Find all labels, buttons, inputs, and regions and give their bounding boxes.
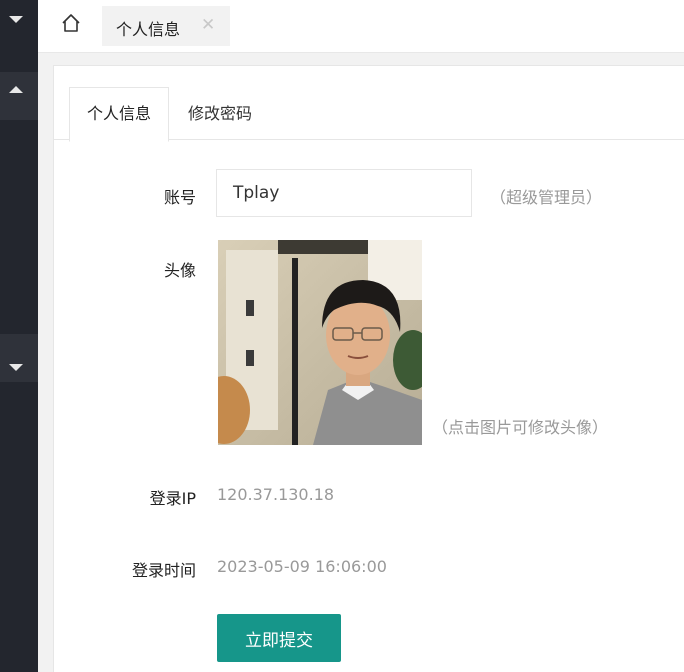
caret-down-icon[interactable] (9, 16, 23, 23)
avatar-label: 头像 (163, 261, 196, 280)
login-time-label: 登录时间 (131, 561, 196, 580)
sidebar (0, 0, 38, 672)
caret-up-icon[interactable] (9, 86, 23, 93)
sidebar-group (0, 72, 38, 120)
avatar-hint: （点击图片可修改头像） (432, 418, 609, 437)
ip-label: 登录IP (149, 489, 196, 508)
tab-personal-info-inner[interactable]: 个人信息 (69, 87, 169, 142)
account-field[interactable]: Tplay (216, 169, 472, 217)
tab-label: 个人信息 (116, 20, 181, 39)
sidebar-group (0, 334, 38, 382)
avatar[interactable] (218, 240, 422, 445)
avatar-photo (218, 240, 422, 445)
tab-change-password[interactable]: 修改密码 (180, 88, 260, 140)
ip-value: 120.37.130.18 (217, 485, 335, 504)
account-label: 账号 (163, 188, 196, 207)
top-tab-bar: 个人信息 ✕ (38, 0, 684, 53)
close-icon[interactable]: ✕ (201, 15, 215, 35)
submit-button[interactable]: 立即提交 (217, 614, 341, 662)
login-time-value: 2023-05-09 16:06:00 (217, 557, 387, 576)
tab-personal-info[interactable]: 个人信息 ✕ (102, 6, 230, 46)
caret-down-icon[interactable] (9, 364, 23, 371)
home-icon[interactable] (60, 12, 82, 34)
role-hint: （超级管理员） (490, 188, 603, 207)
account-value: Tplay (233, 183, 280, 203)
card-tab-bar: 个人信息 修改密码 (54, 66, 684, 142)
